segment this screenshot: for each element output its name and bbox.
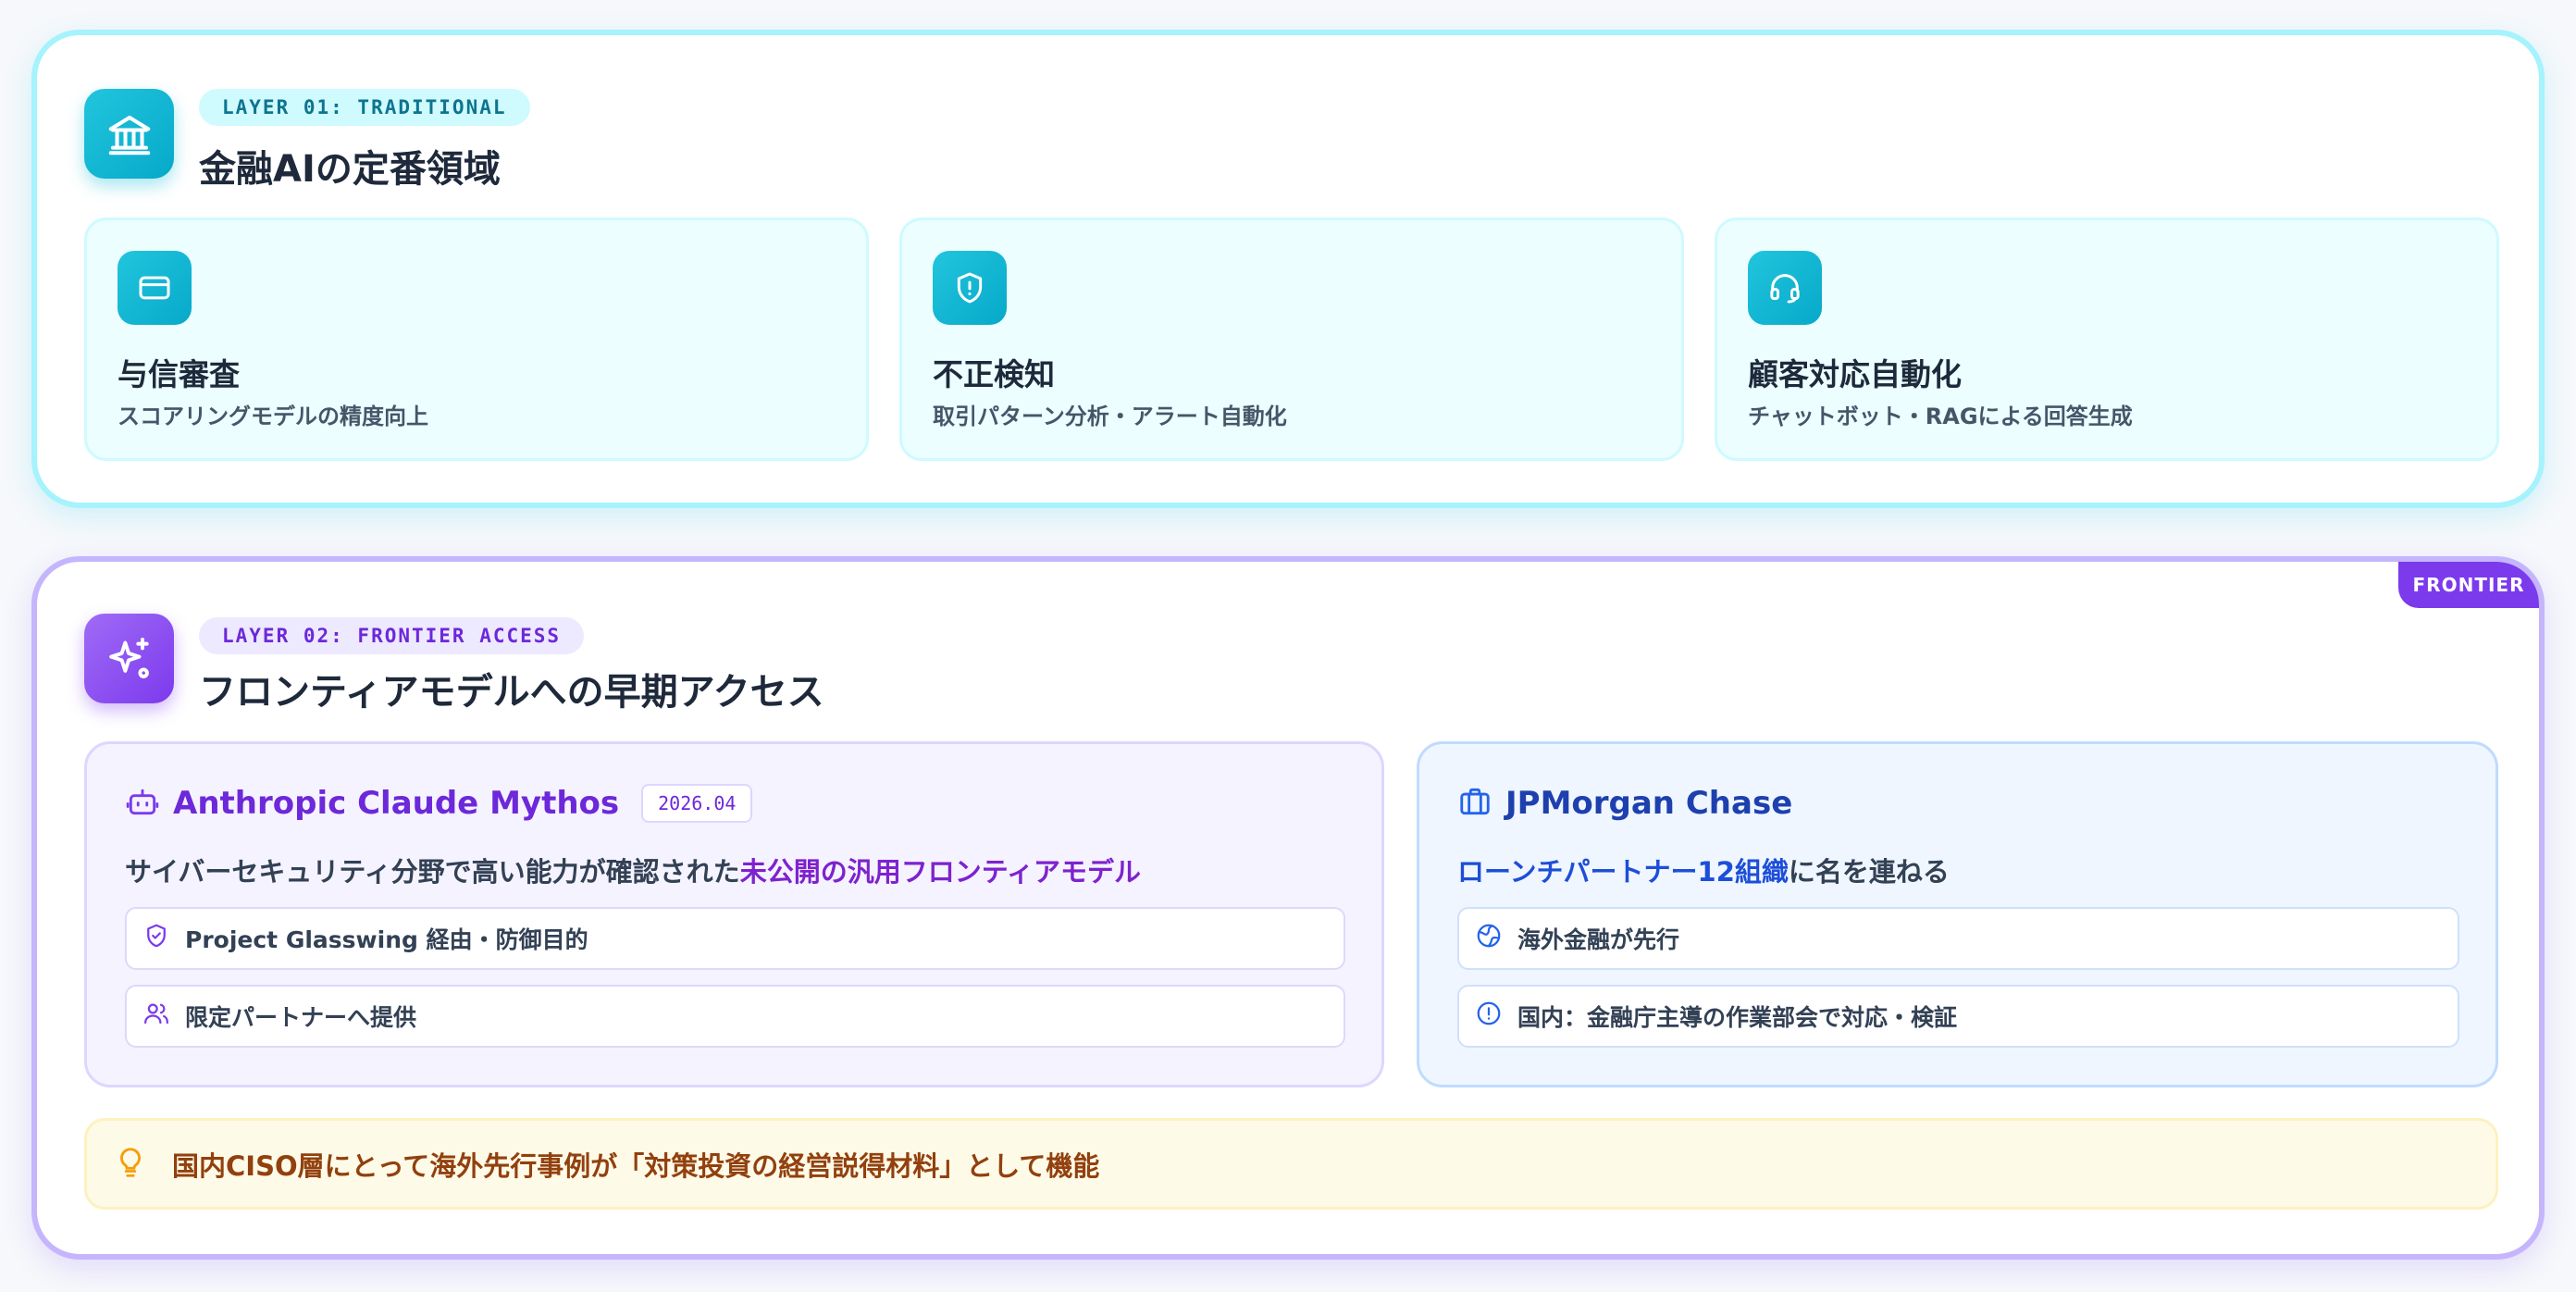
card-description: サイバーセキュリティ分野で高い能力が確認された未公開の汎用フロンティアモデル (125, 851, 1141, 889)
card-description: チャットボット・RAGによる回答生成 (1748, 404, 2133, 429)
card-title: 与信審査 (118, 356, 240, 392)
list-item-text: 国内：金融庁主導の作業部会で対応・検証 (1517, 1004, 1958, 1031)
desc-suffix: に名を連ねる (1788, 856, 1950, 888)
card-description: 取引パターン分析・アラート自動化 (933, 404, 1287, 429)
insight-text: 国内CISO層にとって海外先行事例が「対策投資の経営説得材料」として機能 (172, 1149, 1100, 1182)
desc-highlight: ローンチパートナー12組織 (1457, 856, 1789, 888)
card-credit-screening: 与信審査 スコアリングモデルの精度向上 (84, 217, 869, 461)
card-title: 顧客対応自動化 (1748, 356, 1962, 392)
card-header: JPMorgan Chase (1457, 784, 1792, 823)
layer-tag: LAYER 01: TRADITIONAL (199, 89, 530, 126)
card-title: Anthropic Claude Mythos (173, 785, 620, 822)
card-header: Anthropic Claude Mythos 2026.04 (125, 784, 753, 823)
layer-traditional-panel: LAYER 01: TRADITIONAL 金融AIの定番領域 与信審査 スコア… (31, 30, 2545, 508)
layer-title: フロンティアモデルへの早期アクセス (199, 671, 824, 714)
list-item-text: 海外金融が先行 (1517, 926, 1680, 953)
shield-alert-icon (933, 251, 1007, 325)
layer-tag: LAYER 02: FRONTIER ACCESS (199, 617, 585, 654)
list-item: Project Glasswing 経由・防御目的 (125, 907, 1345, 970)
users-icon (142, 1000, 170, 1033)
alert-circle-icon (1475, 1000, 1503, 1033)
bot-icon (125, 784, 160, 823)
card-fraud-detection: 不正検知 取引パターン分析・アラート自動化 (899, 217, 1684, 461)
card-jpmorgan-chase: JPMorgan Chase ローンチパートナー12組織に名を連ねる 海外金融が… (1417, 741, 2498, 1087)
desc-prefix: サイバーセキュリティ分野で高い能力が確認された (125, 856, 740, 888)
globe-icon (1475, 922, 1503, 955)
insight-callout: 国内CISO層にとって海外先行事例が「対策投資の経営説得材料」として機能 (84, 1118, 2498, 1210)
card-customer-automation: 顧客対応自動化 チャットボット・RAGによる回答生成 (1715, 217, 2499, 461)
traditional-cards: 与信審査 スコアリングモデルの精度向上 不正検知 取引パターン分析・アラート自動… (84, 217, 2499, 461)
briefcase-icon (1457, 784, 1492, 823)
card-title: JPMorgan Chase (1505, 785, 1793, 822)
headset-icon (1748, 251, 1822, 325)
sparkles-icon (84, 614, 174, 703)
layer-frontier-panel: FRONTIER LAYER 02: FRONTIER ACCESS フロンティ… (31, 556, 2545, 1260)
card-title: 不正検知 (933, 356, 1055, 392)
list-item: 海外金融が先行 (1457, 907, 2459, 970)
bank-icon (84, 89, 174, 179)
frontier-badge: FRONTIER (2398, 562, 2539, 608)
date-badge: 2026.04 (641, 784, 753, 823)
card-description: ローンチパートナー12組織に名を連ねる (1457, 851, 1950, 889)
list-item-text: Project Glasswing 経由・防御目的 (185, 926, 588, 953)
lightbulb-icon (113, 1145, 148, 1184)
list-item: 国内：金融庁主導の作業部会で対応・検証 (1457, 985, 2459, 1048)
card-claude-mythos: Anthropic Claude Mythos 2026.04 サイバーセキュリ… (84, 741, 1384, 1087)
list-item-text: 限定パートナーへ提供 (185, 1004, 417, 1031)
list-item: 限定パートナーへ提供 (125, 985, 1345, 1048)
layer-title: 金融AIの定番領域 (199, 148, 501, 191)
credit-card-icon (118, 251, 192, 325)
desc-highlight: 未公開の汎用フロンティアモデル (739, 856, 1141, 888)
card-description: スコアリングモデルの精度向上 (118, 404, 428, 429)
shield-check-icon (142, 922, 170, 955)
